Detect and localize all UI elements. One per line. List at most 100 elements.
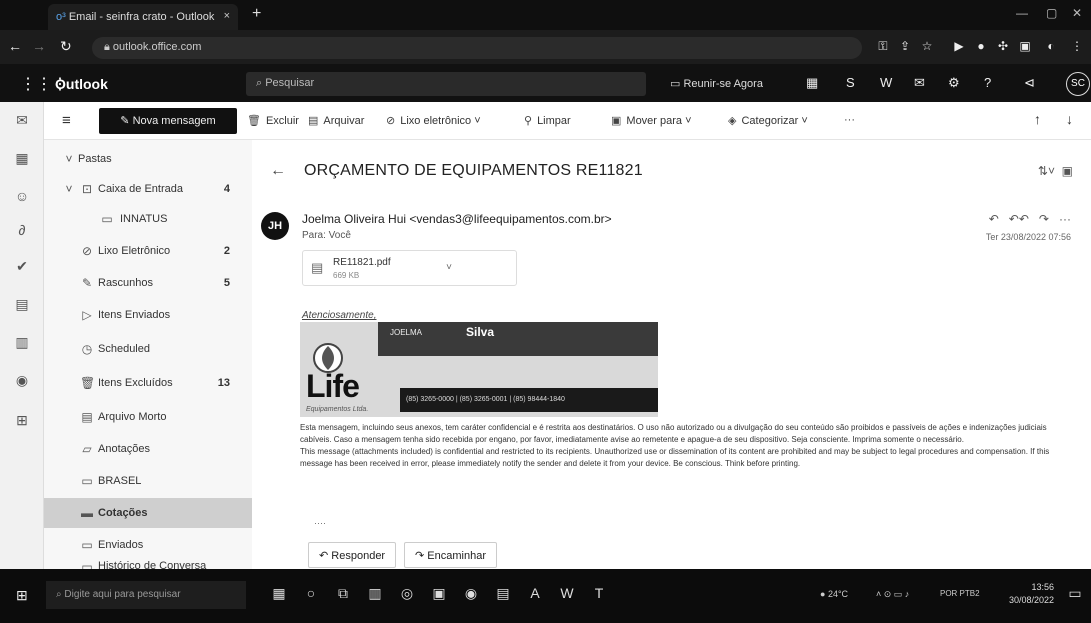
delete-button[interactable]: 🗑︎ Excluir: [247, 114, 299, 127]
key-icon[interactable]: ⚿: [876, 39, 890, 53]
share-icon[interactable]: ⇪: [898, 39, 912, 53]
yammer-icon[interactable]: ◉: [14, 372, 30, 388]
tab-close-button[interactable]: ×: [224, 10, 230, 22]
back-arrow-icon[interactable]: ←: [270, 162, 286, 180]
profile-icon[interactable]: ◐: [1044, 39, 1058, 53]
folder-scheduled[interactable]: ◷ Scheduled: [44, 334, 252, 364]
maximize-icon[interactable]: ▢: [1046, 6, 1057, 20]
folders-header[interactable]: ˅ Pastas: [44, 144, 252, 174]
todo-check-icon[interactable]: ✔: [14, 258, 30, 274]
browser-tab[interactable]: o³ Email - seinfra crato - Outlook ×: [48, 4, 238, 30]
teams-taskbar-icon[interactable]: T: [588, 585, 610, 607]
folder-brasel[interactable]: ▭ BRASEL: [44, 466, 252, 496]
puzzle-icon[interactable]: ✣: [996, 39, 1010, 53]
junk-button[interactable]: ⊘ Lixo eletrônico ˅: [386, 114, 481, 127]
sidebar-icon[interactable]: ▣: [1018, 39, 1032, 53]
folders-header-label: Pastas: [78, 153, 112, 165]
onedrive-icon[interactable]: ▥: [14, 334, 30, 350]
folder-inbox[interactable]: ˅ ⊡ Caixa de Entrada 4: [44, 174, 252, 204]
edge-browser-icon[interactable]: ◎: [396, 585, 418, 607]
task-switch-icon[interactable]: ⧉: [332, 585, 354, 607]
folder-notes[interactable]: ▱ Anotações: [44, 434, 252, 464]
folder-cotacoes[interactable]: ▬ Cotações: [44, 498, 252, 528]
reply-icon[interactable]: ↶: [989, 212, 999, 226]
menu-kebab-icon[interactable]: ⋮: [1070, 39, 1084, 53]
folder-junk[interactable]: ⊘ Lixo Eletrônico 2: [44, 236, 252, 266]
tray-icons[interactable]: ˄ ⊙ ▭ ♪: [876, 589, 909, 600]
new-tab-button[interactable]: +: [252, 5, 261, 23]
taskbar-clock[interactable]: 13:56 30/08/2022: [1000, 581, 1054, 607]
folder-archive[interactable]: ▤ Arquivo Morto: [44, 402, 252, 432]
calendar-icon[interactable]: ▦: [14, 150, 30, 166]
window-close-icon[interactable]: ✕: [1072, 6, 1082, 20]
outlook-brand[interactable]: Outlook: [55, 76, 108, 92]
excel-icon[interactable]: ▤: [14, 296, 30, 312]
folder-sent-items[interactable]: ▷ Itens Enviados: [44, 300, 252, 330]
folder-enviados[interactable]: ▭ Enviados: [44, 530, 252, 560]
reload-icon[interactable]: ↻: [60, 38, 72, 55]
up-arrow-icon[interactable]: ↑: [1034, 111, 1041, 127]
taskbar-search[interactable]: ⌕ Digite aqui para pesquisar: [46, 581, 246, 609]
feedback-icon[interactable]: ✉: [914, 75, 925, 91]
translate-icon[interactable]: ⇅˅: [1038, 164, 1055, 178]
meet-now-button[interactable]: ▭ Reunir-se Agora: [670, 77, 763, 90]
move-to-button[interactable]: ▣ Mover para ˅: [611, 114, 692, 127]
forward-button[interactable]: ↷ Encaminhar: [404, 542, 497, 568]
folder-deleted-items[interactable]: 🗑︎ Itens Excluídos 13: [44, 368, 252, 398]
account-avatar[interactable]: SC: [1066, 72, 1090, 96]
attach-icon[interactable]: ∂: [14, 222, 30, 238]
widget-app-icon[interactable]: ▦: [268, 585, 290, 607]
teams-icon[interactable]: ▦: [806, 75, 818, 91]
windows-taskbar: ⊞ ⌕ Digite aqui para pesquisar ▦ ○ ⧉ ▥ ◎…: [0, 569, 1091, 623]
back-arrow-icon[interactable]: ←: [8, 38, 22, 54]
address-bar[interactable]: 🔒︎ outlook.office.com: [92, 37, 862, 59]
reply-button[interactable]: ↶ Responder: [308, 542, 397, 568]
archive-button[interactable]: ▤ Arquivar: [308, 114, 364, 127]
show-trimmed-content[interactable]: ····: [314, 518, 326, 528]
file-explorer-icon[interactable]: ▥: [364, 585, 386, 607]
immersive-reader-icon[interactable]: ▣: [1062, 164, 1073, 178]
sweep-button[interactable]: ⚲ Limpar: [524, 114, 571, 127]
forward-icon[interactable]: ↷: [1039, 212, 1049, 226]
weather-widget[interactable]: ● 24°C: [820, 589, 848, 599]
more-icon[interactable]: ···: [1059, 212, 1071, 226]
excel-taskbar-icon[interactable]: ▤: [492, 585, 514, 607]
minimize-icon[interactable]: —: [1016, 6, 1028, 20]
categorize-button[interactable]: ◈ Categorizar ˅: [728, 114, 808, 127]
search-input[interactable]: ⌕ Pesquisar: [246, 72, 646, 96]
mail-icon[interactable]: ✉: [14, 112, 30, 128]
new-message-button[interactable]: ✎ Nova mensagem: [99, 108, 237, 134]
more-actions-button[interactable]: ···: [844, 114, 855, 126]
hamburger-icon[interactable]: ≡: [62, 112, 71, 129]
forward-arrow-icon[interactable]: →: [32, 38, 46, 54]
extension-play-icon[interactable]: ▶: [952, 39, 966, 53]
sender-avatar[interactable]: JH: [261, 212, 289, 240]
word-taskbar-icon[interactable]: W: [556, 585, 578, 607]
skype-icon[interactable]: S: [846, 75, 855, 90]
attachment-card[interactable]: ▤ RE11821.pdf 669 KB ˅: [302, 250, 517, 286]
lock-icon: 🔒︎: [104, 41, 113, 53]
notifications-icon[interactable]: ▭: [1064, 585, 1086, 607]
chrome-icon[interactable]: ◉: [460, 585, 482, 607]
store-icon[interactable]: ▣: [428, 585, 450, 607]
language-indicator[interactable]: POR PTB2: [940, 589, 980, 598]
disclaimer: Esta mensagem, incluindo seus anexos, te…: [300, 422, 1070, 470]
folder-innatus[interactable]: ▭ INNATUS: [44, 204, 252, 234]
down-arrow-icon[interactable]: ↓: [1066, 111, 1073, 127]
more-apps-icon[interactable]: ⊞: [14, 412, 30, 428]
star-icon[interactable]: ☆: [920, 39, 934, 53]
word-icon[interactable]: W: [880, 75, 892, 90]
folder-drafts[interactable]: ✎ Rascunhos 5: [44, 268, 252, 298]
reply-all-icon[interactable]: ↶↶: [1009, 212, 1029, 226]
extension-dot-icon[interactable]: ●: [974, 39, 988, 53]
windows-start-icon[interactable]: ⊞: [16, 587, 28, 604]
acrobat-icon[interactable]: A: [524, 585, 546, 607]
chevron-down-icon[interactable]: ˅: [446, 262, 452, 273]
move-to-label: Mover para: [626, 115, 683, 127]
megaphone-icon[interactable]: ⊲: [1024, 75, 1035, 91]
help-icon[interactable]: ?: [984, 75, 991, 90]
task-view-icon[interactable]: ○: [300, 585, 322, 607]
settings-gear-icon[interactable]: ⚙: [948, 75, 960, 91]
sender-name[interactable]: Joelma Oliveira Hui <vendas3@lifeequipam…: [302, 212, 612, 226]
people-icon[interactable]: ☺: [14, 188, 30, 204]
